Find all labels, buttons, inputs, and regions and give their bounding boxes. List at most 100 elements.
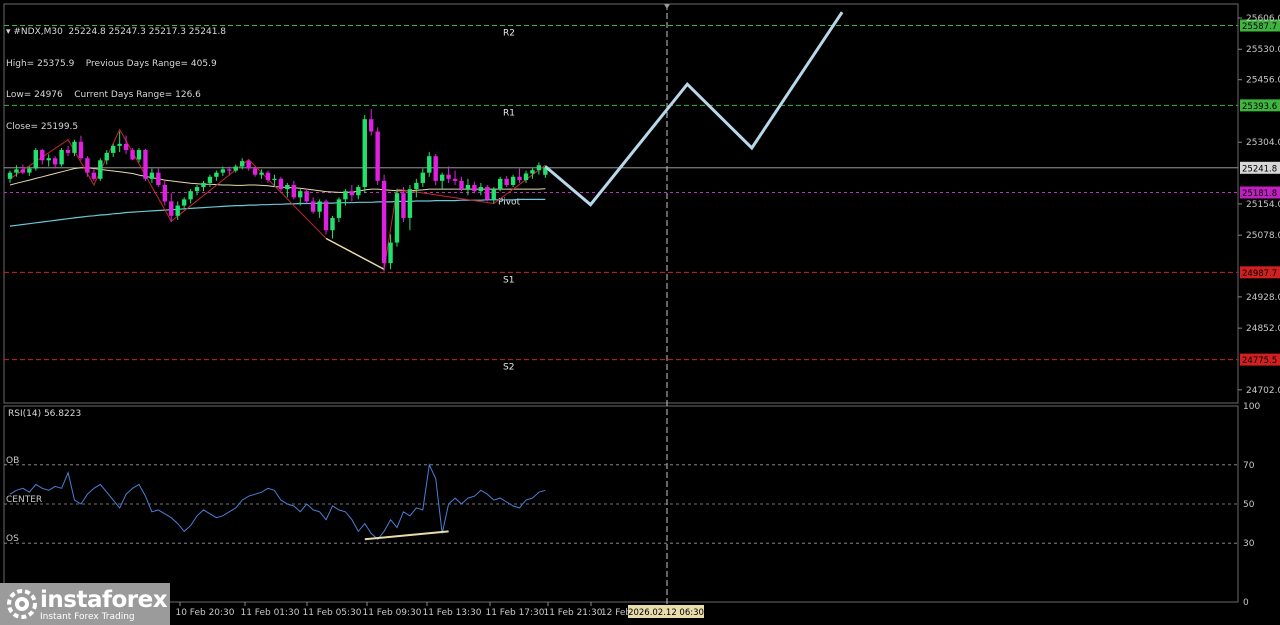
candle-body bbox=[220, 169, 226, 173]
candle-body bbox=[27, 168, 32, 173]
y-tick-label: 25078.0 bbox=[1246, 231, 1280, 241]
candle-body bbox=[91, 172, 97, 179]
candle-body bbox=[498, 178, 503, 190]
candle-body bbox=[98, 160, 103, 179]
rsi-tick-label: 100 bbox=[1243, 402, 1260, 412]
candle-body bbox=[336, 199, 342, 218]
candle-body bbox=[14, 169, 19, 173]
logo-gear-icon bbox=[7, 589, 37, 619]
logo-name: instaforex bbox=[40, 587, 168, 613]
candle-body bbox=[272, 178, 277, 181]
candle-body bbox=[65, 150, 71, 153]
candle-body bbox=[536, 165, 542, 171]
candle-body bbox=[240, 161, 245, 167]
candle-body bbox=[420, 172, 425, 183]
candle-body bbox=[433, 156, 438, 181]
x-tick-label: 11 Feb 09:30 bbox=[362, 608, 421, 618]
ma-slow-line bbox=[9, 198, 546, 227]
candle-body bbox=[369, 119, 374, 132]
candle-body bbox=[259, 172, 264, 175]
y-tick-label: 24928.0 bbox=[1246, 293, 1280, 303]
candle-body bbox=[310, 201, 316, 212]
candle-body bbox=[459, 180, 464, 190]
candle-body bbox=[214, 172, 219, 177]
rsi-level-label: OS bbox=[6, 534, 19, 544]
logo-tagline: Instant Forex Trading bbox=[40, 612, 135, 622]
candle-body bbox=[194, 187, 200, 192]
candle-body bbox=[381, 180, 387, 264]
candle-body bbox=[227, 169, 232, 171]
candle-body bbox=[78, 141, 84, 159]
level-tag-value: 25181.8 bbox=[1242, 189, 1277, 199]
candle-body bbox=[104, 152, 109, 161]
candle-body bbox=[356, 187, 361, 196]
candle-body bbox=[298, 191, 303, 198]
y-tick-label: 25154.0 bbox=[1246, 200, 1280, 210]
candle-body bbox=[491, 189, 496, 200]
price-axis: 25606.0 25530.0 25456.0 25304.0 25154.0 25078… bbox=[1238, 14, 1280, 396]
shift-marker-icon bbox=[664, 4, 670, 9]
x-tick-label: 10 Feb 20:30 bbox=[175, 608, 234, 618]
candle-body bbox=[504, 178, 509, 185]
y-tick-label: 25304.0 bbox=[1246, 138, 1280, 148]
candle-body bbox=[181, 199, 187, 206]
candle-body bbox=[72, 141, 77, 153]
forecast-line bbox=[544, 11, 844, 207]
last-price-value: 25241.8 bbox=[1242, 164, 1277, 174]
candle-body bbox=[265, 172, 271, 181]
candle-body bbox=[523, 173, 529, 181]
candle-body bbox=[59, 150, 64, 165]
candle-body bbox=[85, 158, 90, 173]
wave-lines bbox=[9, 128, 546, 271]
candle-body bbox=[117, 143, 122, 146]
candle-body bbox=[427, 156, 432, 173]
candle-body bbox=[123, 143, 129, 151]
x-tick-label: 12 Feb bbox=[601, 608, 632, 618]
candle-body bbox=[452, 178, 458, 181]
rsi-title: RSI(14) 56.8223 bbox=[8, 409, 82, 419]
level-label-s2: S2 bbox=[503, 363, 514, 373]
rsi-trend-line bbox=[364, 530, 449, 541]
rsi-level-label: OB bbox=[6, 456, 19, 466]
candle-body bbox=[162, 184, 167, 202]
symbol-info: ▾ #NDX,M30 25224.8 25247.3 25217.3 25241… bbox=[6, 6, 226, 143]
candle-body bbox=[111, 145, 116, 153]
y-tick-label: 25456.0 bbox=[1246, 76, 1280, 86]
candle-body bbox=[375, 131, 380, 181]
level-tag-value: 25393.6 bbox=[1242, 102, 1277, 112]
symbol-line: ▾ #NDX,M30 25224.8 25247.3 25217.3 25241… bbox=[6, 27, 227, 37]
candle-body bbox=[52, 158, 58, 165]
x-marker-label: 2026.02.12 06:30 bbox=[628, 608, 704, 618]
rsi-tick-label: 70 bbox=[1243, 461, 1255, 471]
rsi-line bbox=[9, 463, 546, 541]
candle-body bbox=[188, 191, 193, 200]
candle-body bbox=[175, 205, 180, 216]
x-tick-label: 11 Feb 21:30 bbox=[543, 608, 602, 618]
candle-body bbox=[394, 193, 400, 243]
candle-body bbox=[46, 158, 51, 161]
support-trend-line bbox=[325, 237, 385, 270]
y-tick-label: 24702.0 bbox=[1246, 386, 1280, 396]
candle-body bbox=[246, 161, 251, 169]
candle-body bbox=[156, 172, 161, 185]
candle-body bbox=[414, 182, 419, 190]
y-tick-label: 24852.0 bbox=[1246, 324, 1280, 334]
candle-body bbox=[343, 191, 348, 200]
candle-body bbox=[285, 184, 290, 190]
level-label-r1: R1 bbox=[503, 108, 515, 118]
rsi-frame bbox=[3, 405, 1239, 603]
time-axis: 10 Feb 20:30 11 Feb 01:30 11 Feb 05:30 11 F… bbox=[175, 602, 704, 618]
candle-body bbox=[388, 242, 393, 264]
candle-body bbox=[446, 174, 451, 179]
candle-body bbox=[169, 201, 174, 216]
x-tick-label: 11 Feb 01:30 bbox=[240, 608, 299, 618]
candle-body bbox=[33, 150, 38, 169]
candle-body bbox=[136, 150, 142, 160]
candle-body bbox=[291, 184, 296, 198]
candle-body bbox=[407, 189, 413, 218]
candle-body bbox=[252, 168, 258, 175]
candle-body bbox=[40, 150, 45, 161]
candle-body bbox=[478, 187, 484, 192]
candle-body bbox=[517, 176, 522, 181]
rsi-tick-label: 50 bbox=[1243, 500, 1255, 510]
